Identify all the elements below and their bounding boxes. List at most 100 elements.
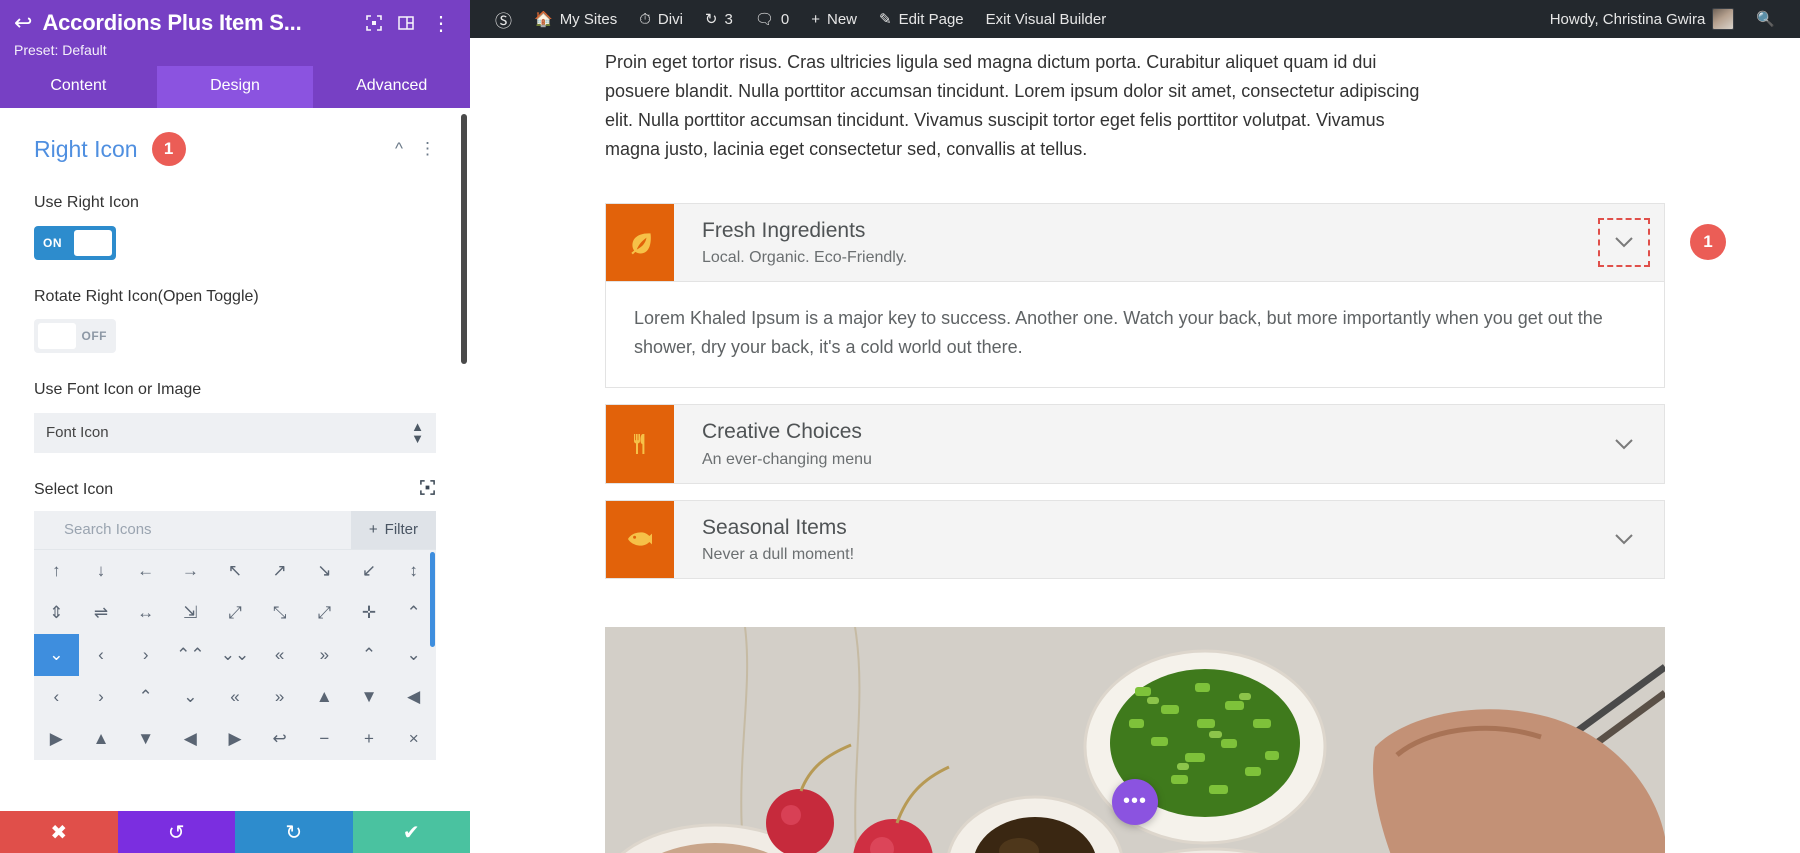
- icon-cell[interactable]: ↓: [79, 550, 124, 592]
- chevron-down-icon[interactable]: [1584, 204, 1664, 281]
- admin-bar-item-comments[interactable]: 🗨 0: [744, 0, 800, 38]
- wordpress-logo-icon[interactable]: Ⓢ: [484, 0, 523, 38]
- icon-cell[interactable]: ↘: [302, 550, 347, 592]
- icon-cell[interactable]: ←: [123, 550, 168, 592]
- icon-cell[interactable]: ⌄⌄: [213, 634, 258, 676]
- icon-cell[interactable]: ⤢: [213, 592, 258, 634]
- kebab-menu-icon[interactable]: ⋮: [427, 11, 456, 36]
- icon-cell[interactable]: ⇌: [79, 592, 124, 634]
- focus-target-icon[interactable]: [363, 12, 385, 34]
- icon-cell[interactable]: ⌄: [168, 676, 213, 718]
- undo-button[interactable]: ↺: [117, 811, 235, 853]
- icon-cell[interactable]: ◀: [391, 676, 436, 718]
- icon-cell[interactable]: ↔: [123, 592, 168, 634]
- icon-cell-selected[interactable]: ⌄: [34, 633, 79, 676]
- chevron-down-icon[interactable]: [1584, 501, 1664, 578]
- field-select-icon: Select Icon +: [34, 479, 436, 760]
- icon-cell[interactable]: ×: [391, 718, 436, 760]
- icon-cell[interactable]: ⤢: [302, 592, 347, 634]
- icon-cell[interactable]: ▲: [79, 718, 124, 760]
- use-right-icon-label: Use Right Icon: [34, 194, 139, 211]
- page-settings-fab[interactable]: •••: [1112, 778, 1158, 825]
- accordion-header[interactable]: Seasonal Items Never a dull moment!: [605, 499, 1665, 579]
- toggle-state-label: OFF: [81, 329, 107, 344]
- icon-cell[interactable]: »: [257, 676, 302, 718]
- icon-cell[interactable]: ▲: [302, 676, 347, 718]
- icon-cell[interactable]: ⇕: [34, 592, 79, 634]
- kebab-menu-icon[interactable]: ⋮: [419, 139, 436, 159]
- icon-cell[interactable]: ▶: [34, 718, 79, 760]
- section-title[interactable]: Right Icon: [34, 136, 138, 163]
- icon-cell[interactable]: +: [347, 718, 392, 760]
- admin-bar-item-updates[interactable]: ↻ 3: [694, 0, 744, 38]
- field-use-right-icon: Use Right Icon ON: [34, 192, 436, 260]
- accordion-item: Seasonal Items Never a dull moment!: [605, 499, 1665, 579]
- icon-cell[interactable]: ⇲: [168, 592, 213, 634]
- filter-button[interactable]: + Filter: [350, 510, 436, 549]
- settings-body: Right Icon 1 ^ ⋮ Use Right Icon ON Rotat…: [0, 108, 470, 853]
- icon-cell[interactable]: ⌃: [347, 634, 392, 676]
- icon-cell[interactable]: ◀: [168, 718, 213, 760]
- select-value: Font Icon: [46, 424, 109, 442]
- icon-cell[interactable]: ▶: [213, 718, 258, 760]
- icon-cell[interactable]: ‹: [79, 634, 124, 676]
- tab-content[interactable]: Content: [0, 66, 157, 108]
- plus-icon: +: [368, 521, 378, 539]
- icon-cell[interactable]: ↑: [34, 550, 79, 592]
- icon-cell[interactable]: ‹: [34, 676, 79, 718]
- admin-bar-item-edit-page[interactable]: ✎ Edit Page: [868, 0, 975, 38]
- panel-scrollbar[interactable]: [461, 114, 467, 364]
- redo-button[interactable]: ↻: [235, 811, 353, 853]
- updates-icon: ↻: [704, 11, 718, 28]
- cancel-button[interactable]: ✖: [0, 811, 118, 853]
- admin-bar-label: 3: [724, 10, 733, 28]
- icon-cell[interactable]: ⌃⌃: [168, 634, 213, 676]
- icon-cell[interactable]: «: [257, 634, 302, 676]
- fish-icon: [606, 500, 674, 578]
- admin-bar-item-my-sites[interactable]: 🏠 My Sites: [523, 0, 628, 38]
- accordion-subtitle: An ever-changing menu: [702, 450, 872, 468]
- icon-cell[interactable]: ⤡: [257, 592, 302, 634]
- icon-cell[interactable]: ✛: [347, 592, 392, 634]
- chevron-down-icon[interactable]: [1584, 405, 1664, 482]
- icon-cell[interactable]: ›: [123, 634, 168, 676]
- wp-admin-bar: Ⓢ 🏠 My Sites ⏱ Divi ↻ 3 🗨 0 + New ✎ Edit…: [470, 0, 1800, 38]
- icon-cell[interactable]: −: [302, 718, 347, 760]
- accordion-header[interactable]: Creative Choices An ever-changing menu: [605, 404, 1665, 484]
- icon-cell[interactable]: ▼: [347, 676, 392, 718]
- admin-bar-account[interactable]: Howdy, Christina Gwira: [1539, 0, 1746, 38]
- search-icon[interactable]: 🔍: [1745, 0, 1786, 38]
- tab-advanced[interactable]: Advanced: [313, 66, 470, 108]
- use-right-icon-toggle[interactable]: ON: [34, 225, 116, 260]
- filter-label: Filter: [384, 521, 418, 539]
- layout-columns-icon[interactable]: [395, 12, 417, 34]
- icon-cell[interactable]: ▼: [123, 718, 168, 760]
- icon-picker: + Filter ↑↓←→↖↗↘↙↕⇕⇌↔⇲⤢⤡⤢✛⌃⌄‹›⌃⌃⌄⌄«»⌃⌄‹›…: [34, 510, 436, 760]
- icon-cell[interactable]: »: [302, 634, 347, 676]
- tab-design[interactable]: Design: [156, 66, 314, 108]
- accordion-header[interactable]: Fresh Ingredients Local. Organic. Eco-Fri…: [605, 202, 1726, 282]
- icon-cell[interactable]: ⌃: [123, 676, 168, 718]
- focus-target-icon[interactable]: [419, 479, 436, 501]
- icon-cell[interactable]: →: [168, 550, 213, 592]
- icon-cell[interactable]: «: [213, 676, 258, 718]
- search-input[interactable]: [34, 510, 351, 549]
- preset-selector[interactable]: Preset: Default: [14, 42, 456, 58]
- font-icon-or-image-select[interactable]: Font Icon ▲ ▼: [34, 412, 436, 453]
- rotate-right-icon-toggle[interactable]: OFF: [34, 319, 116, 354]
- admin-bar-item-divi[interactable]: ⏱ Divi: [628, 0, 694, 38]
- back-arrow-icon[interactable]: ↩: [14, 12, 32, 34]
- icon-cell[interactable]: ↖: [213, 550, 258, 592]
- toggle-state-label: ON: [43, 235, 62, 250]
- chevron-up-icon[interactable]: ^: [395, 139, 403, 159]
- save-button[interactable]: ✔: [352, 811, 470, 853]
- module-settings-panel: ↩ Accordions Plus Item S... ⋮ Preset: De…: [0, 0, 470, 853]
- icon-grid-scrollbar[interactable]: [430, 551, 435, 647]
- admin-bar-item-new[interactable]: + New: [800, 0, 868, 38]
- admin-bar-item-exit-visual-builder[interactable]: Exit Visual Builder: [975, 0, 1118, 38]
- icon-cell[interactable]: ↩: [257, 718, 302, 760]
- accordion-step-marker: 1: [1690, 224, 1726, 261]
- icon-cell[interactable]: ›: [79, 676, 124, 718]
- icon-cell[interactable]: ↙: [347, 550, 392, 592]
- icon-cell[interactable]: ↗: [257, 550, 302, 592]
